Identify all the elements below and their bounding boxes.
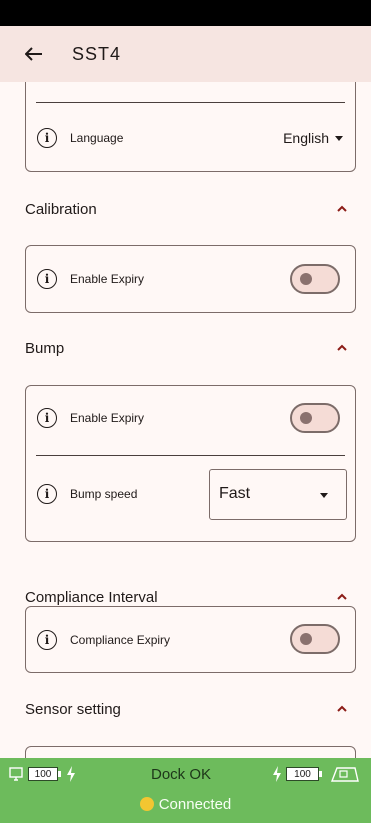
sensor-section-header[interactable]: Sensor setting [0,694,371,724]
dropdown-caret-icon [335,135,343,141]
calibration-expiry-toggle[interactable] [290,264,340,294]
calibration-expiry-row: i Enable Expiry [26,246,355,312]
language-select[interactable]: English [283,130,343,146]
lightning-bolt-icon [67,766,75,782]
system-status-bar [0,0,371,26]
back-arrow-icon[interactable] [22,42,46,66]
compliance-expiry-row: i Compliance Expiry [26,607,355,672]
calibration-card: i Enable Expiry [25,245,356,313]
lightning-bolt-icon [273,766,281,782]
info-icon[interactable]: i [37,128,57,148]
compliance-card: i Compliance Expiry [25,606,356,673]
info-icon[interactable]: i [37,629,57,650]
sensor-card [25,746,356,758]
dock-battery-level: 100 [286,767,319,781]
toggle-thumb [300,273,312,285]
connection-status: Connected [0,796,371,813]
sensor-title: Sensor setting [25,700,121,718]
calibration-section-header[interactable]: Calibration [0,194,371,224]
monitor-icon [9,767,23,781]
bump-speed-select[interactable]: Fast [209,469,347,520]
dock-icon [330,767,359,782]
divider [36,102,345,103]
chevron-up-icon[interactable] [335,202,349,216]
bump-speed-label: Bump speed [70,487,138,501]
bump-title: Bump [25,339,65,357]
language-value: English [283,130,329,146]
battery-nub [319,771,322,777]
general-settings-card: i Language English [25,82,356,172]
chevron-up-icon[interactable] [335,341,349,355]
smiley-face-icon [139,797,154,811]
info-icon[interactable]: i [37,484,57,504]
calibration-title: Calibration [25,200,97,218]
bump-speed-value: Fast [219,485,251,502]
chevron-up-icon[interactable] [335,590,349,604]
pc-battery-level: 100 [28,767,58,781]
toggle-thumb [300,633,312,645]
info-icon[interactable]: i [37,408,57,428]
chevron-up-icon[interactable] [335,702,349,716]
connection-footer: 100 Dock OK 100 Connected [0,758,371,823]
dropdown-caret-icon [320,493,328,498]
language-label: Language [70,131,124,145]
settings-content[interactable]: i Language English Calibration i Enable … [0,82,371,758]
dock-status: Dock OK [151,766,212,783]
divider [36,455,345,456]
enable-expiry-label: Enable Expiry [70,272,145,286]
bump-expiry-toggle[interactable] [290,403,340,433]
info-icon[interactable]: i [37,269,57,289]
toggle-thumb [300,412,312,424]
app-bar: SST4 [0,26,371,82]
compliance-title: Compliance Interval [25,588,158,606]
device-status-row: 100 Dock OK 100 [0,758,371,791]
bump-expiry-row: i Enable Expiry [26,386,355,450]
compliance-expiry-label: Compliance Expiry [70,632,171,647]
bump-section-header[interactable]: Bump [0,333,371,363]
compliance-expiry-toggle[interactable] [290,624,340,654]
language-row[interactable]: i Language English [26,115,355,161]
bump-card: i Enable Expiry i Bump speed Fast [25,385,356,542]
enable-expiry-label: Enable Expiry [70,411,145,425]
connection-status-text: Connected [158,796,232,813]
page-title: SST4 [72,43,122,64]
battery-nub [58,771,61,777]
